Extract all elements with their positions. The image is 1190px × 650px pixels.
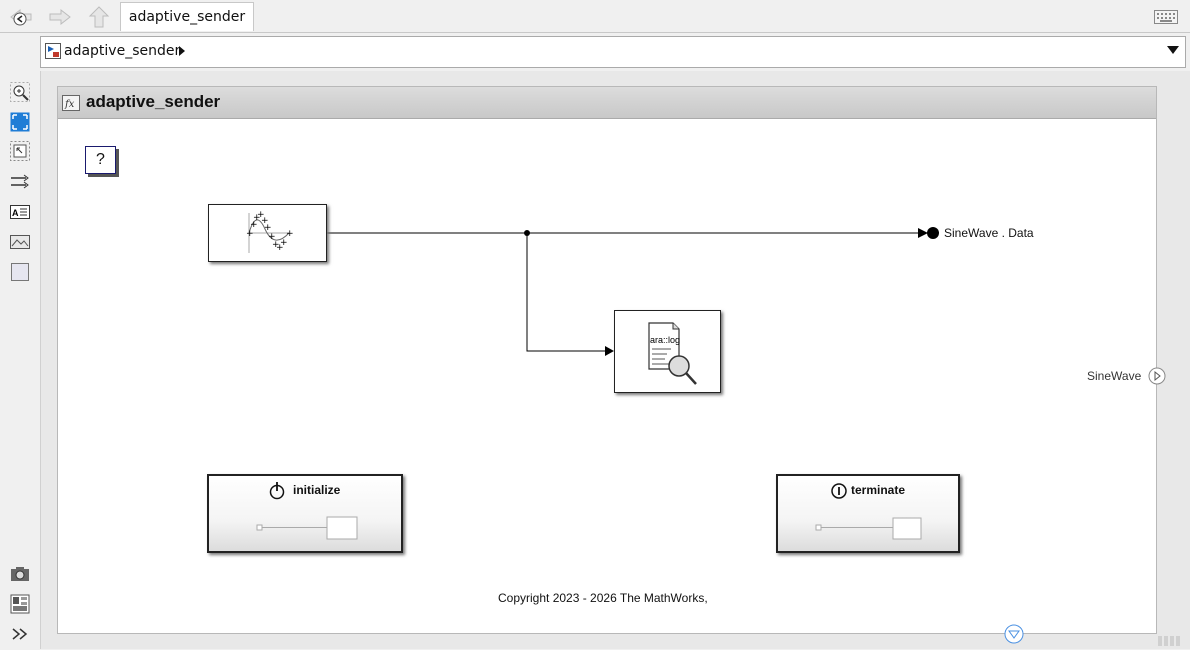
signal-line-branch [526,233,605,352]
logger-block[interactable]: ara::log [614,310,721,393]
svg-text:+: + [286,229,294,239]
initialize-label: initialize [293,483,341,497]
scroll-indicator-icon[interactable] [1003,624,1025,644]
resize-grip-icon[interactable] [1158,634,1186,646]
sine-wave-icon: +++++++++++ [246,210,294,253]
outport-icon[interactable] [1148,367,1166,385]
signal-label: SineWave . Data [944,226,1034,240]
signal-arrow-main [918,228,928,238]
logger-label: ara::log [650,335,680,345]
terminate-label: terminate [851,483,906,497]
copyright-text: Copyright 2023 - 2026 The MathWorks, [498,591,708,605]
signal-lines [327,227,939,356]
svg-text:+: + [280,238,288,248]
sine-wave-block[interactable]: + + + + + + + + + + + [208,204,327,262]
outport-label: SineWave [1087,369,1142,383]
signal-arrow-branch [605,346,614,356]
signal-endpoint [927,227,939,239]
svg-text:+: + [246,229,254,239]
